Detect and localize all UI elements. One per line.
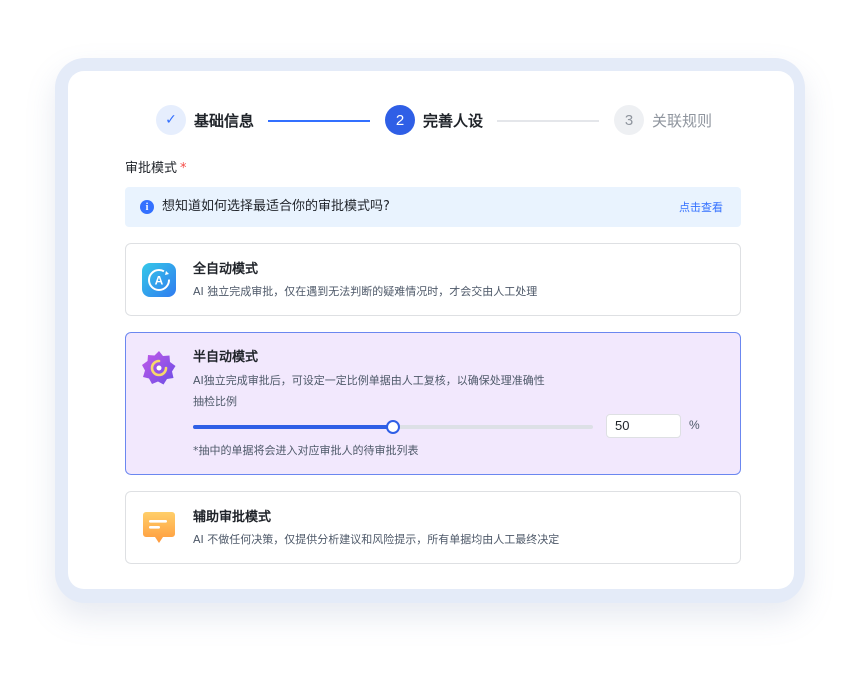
mode-description: AI独立完成审批后，可设定一定比例单据由人工复核，以确保处理准确性 [193,374,545,387]
step-2-label[interactable]: 完善人设 [423,111,483,131]
percent-unit: % [689,418,700,432]
step-2-number[interactable]: 2 [385,105,415,135]
step-connector-2 [497,120,599,122]
sample-ratio-label: 抽检比例 [193,395,237,408]
mode-description: AI 独立完成审批，仅在遇到无法判断的疑难情况时，才会交由人工处理 [193,285,538,298]
slider-thumb[interactable] [386,420,400,434]
step-connector-1 [268,120,370,122]
info-icon: i [140,200,154,214]
semi-auto-mode-icon [142,351,176,385]
step-1-label[interactable]: 基础信息 [194,111,254,131]
info-banner: i 想知道如何选择最适合你的审批模式吗? 点击查看 [125,187,741,227]
mode-title: 半自动模式 [193,350,259,365]
step-1-check-icon[interactable]: ✓ [156,105,186,135]
mode-title: 全自动模式 [193,262,259,277]
mode-option-semi-auto[interactable]: 半自动模式 AI独立完成审批后，可设定一定比例单据由人工复核，以确保处理准确性 … [125,332,741,475]
mode-title: 辅助审批模式 [193,510,272,525]
slider-fill [193,425,393,429]
mode-description: AI 不做任何决策，仅提供分析建议和风险提示，所有单据均由人工最终决定 [193,533,560,546]
view-details-link[interactable]: 点击查看 [679,200,723,215]
sample-ratio-slider[interactable] [193,420,593,434]
required-mark: * [180,161,187,176]
svg-text:A: A [155,274,164,288]
approval-mode-label-text: 审批模式 [125,161,178,176]
auto-mode-icon: A [142,263,176,297]
info-text: 想知道如何选择最适合你的审批模式吗? [162,199,390,214]
assist-mode-icon [143,512,175,543]
mode-option-assist[interactable]: 辅助审批模式 AI 不做任何决策，仅提供分析建议和风险提示，所有单据均由人工最终… [125,491,741,564]
step-3-number[interactable]: 3 [614,105,644,135]
mode-option-full-auto[interactable]: A 全自动模式 AI 独立完成审批，仅在遇到无法判断的疑难情况时，才会交由人工处… [125,243,741,316]
step-3-label[interactable]: 关联规则 [652,111,712,131]
sample-note: *抽中的单据将会进入对应审批人的待审批列表 [193,444,419,457]
sample-ratio-input[interactable]: 50 [606,414,681,438]
approval-mode-label: 审批模式 * [125,160,187,178]
